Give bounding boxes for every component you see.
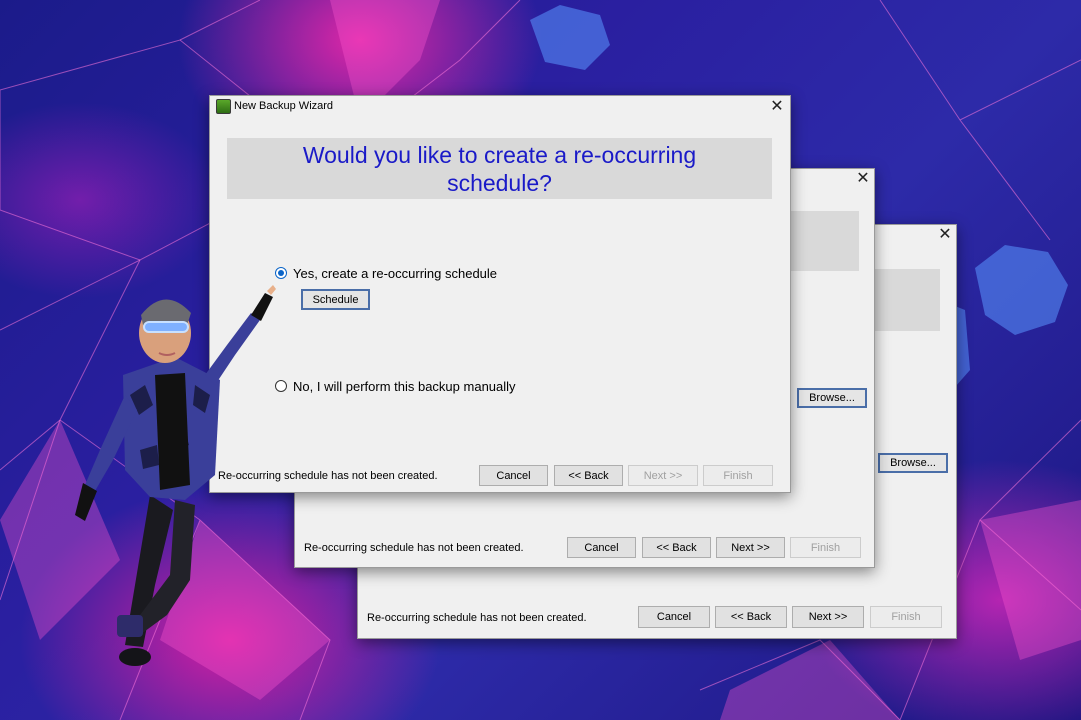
vr-character-illustration xyxy=(75,285,276,666)
finish-button[interactable]: Finish xyxy=(703,465,773,486)
cancel-button[interactable]: Cancel xyxy=(638,606,710,628)
close-icon[interactable]: ✕ xyxy=(937,227,953,243)
browse-button[interactable]: Browse... xyxy=(797,388,867,408)
next-button[interactable]: Next >> xyxy=(628,465,698,486)
status-text: Re-occurring schedule has not been creat… xyxy=(367,612,587,624)
back-button[interactable]: << Back xyxy=(715,606,787,628)
back-button[interactable]: << Back xyxy=(554,465,623,486)
title-bar: New Backup Wizard ✕ xyxy=(210,96,790,118)
page-heading: Would you like to create a re-occurring … xyxy=(302,141,697,196)
close-icon[interactable]: ✕ xyxy=(769,99,785,115)
cancel-button[interactable]: Cancel xyxy=(479,465,548,486)
finish-button[interactable]: Finish xyxy=(790,537,861,558)
cancel-button[interactable]: Cancel xyxy=(567,537,636,558)
header-band: Would you like to create a re-occurring … xyxy=(227,138,772,199)
close-icon[interactable]: ✕ xyxy=(855,171,871,187)
radio-no-label[interactable]: No, I will perform this backup manually xyxy=(293,379,516,394)
finish-button[interactable]: Finish xyxy=(870,606,942,628)
next-button[interactable]: Next >> xyxy=(716,537,785,558)
radio-yes-label[interactable]: Yes, create a re-occurring schedule xyxy=(293,266,497,281)
browse-button[interactable]: Browse... xyxy=(878,453,948,473)
window-title: New Backup Wizard xyxy=(234,100,334,112)
wizard-dialog-front: New Backup Wizard ✕ Would you like to cr… xyxy=(209,95,791,493)
back-button[interactable]: << Back xyxy=(642,537,711,558)
radio-yes[interactable] xyxy=(275,267,287,279)
status-text: Re-occurring schedule has not been creat… xyxy=(304,542,524,554)
next-button[interactable]: Next >> xyxy=(792,606,864,628)
schedule-button[interactable]: Schedule xyxy=(301,289,370,310)
backup-app-icon xyxy=(216,99,231,114)
